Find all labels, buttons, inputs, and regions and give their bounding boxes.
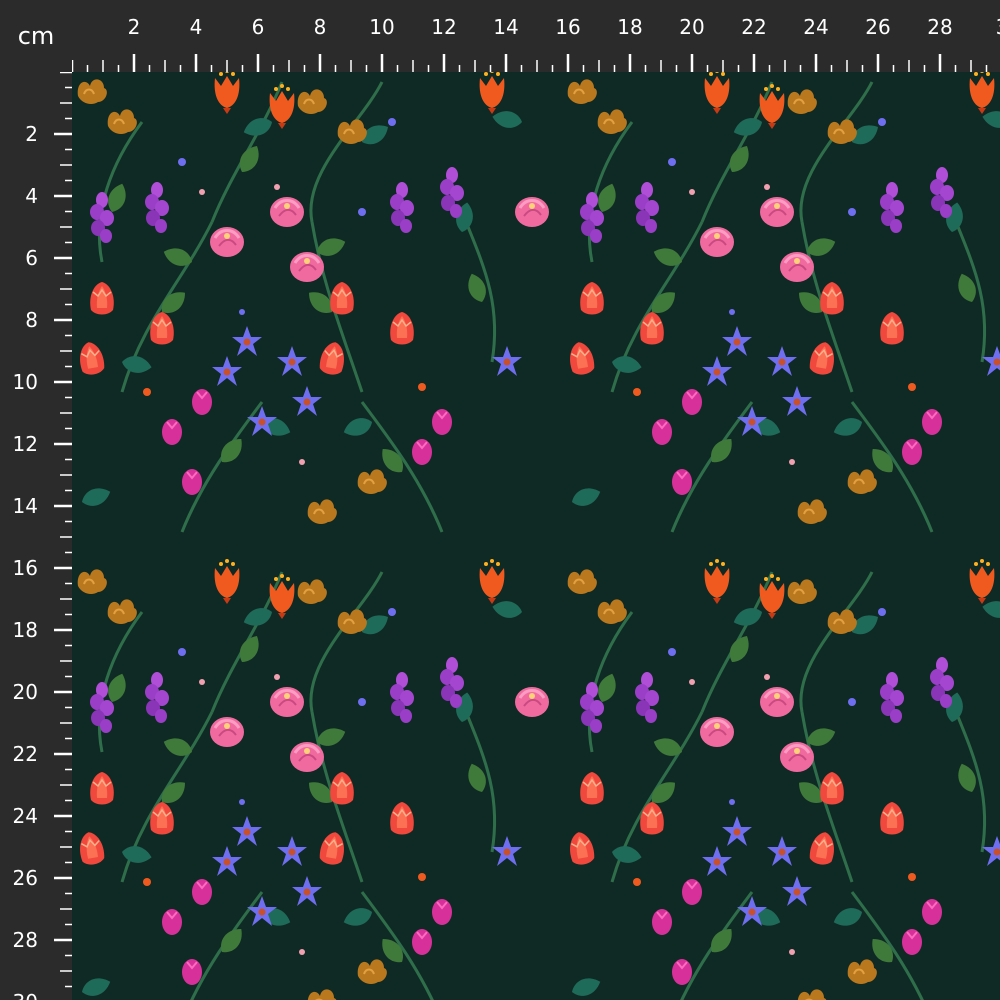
ruler-tick-label: 26 [13, 866, 38, 890]
ruler-tick-label: 14 [13, 494, 38, 518]
ruler-tick-label: 10 [369, 15, 394, 39]
ruler-tick-label: 2 [128, 15, 141, 39]
ruler-tick-label: 26 [865, 15, 890, 39]
pattern-fill [72, 72, 1000, 1000]
ruler-tick-label: 6 [252, 15, 265, 39]
ruler-tick-label: 24 [803, 15, 828, 39]
ruler-tick-label: 16 [13, 556, 38, 580]
ruler-tick-label: 18 [13, 618, 38, 642]
vertical-ruler: 24681012141618202224262830 [0, 72, 72, 1000]
ruler-tick-label: 16 [555, 15, 580, 39]
ruler-tick-label: 30 [13, 990, 38, 1000]
ruler-tick-label: 10 [13, 370, 38, 394]
ruler-tick-label: 22 [741, 15, 766, 39]
ruler-tick-label: 3 [996, 15, 1000, 39]
ruler-tick-label: 28 [927, 15, 952, 39]
ruler-tick-label: 20 [679, 15, 704, 39]
ruler-tick-label: 4 [190, 15, 203, 39]
ruler-tick-label: 12 [13, 432, 38, 456]
floral-fabric-swatch [72, 72, 1000, 1000]
ruler-tick-label: 14 [493, 15, 518, 39]
ruler-tick-label: 24 [13, 804, 38, 828]
vertical-ruler-graphic: 24681012141618202224262830 [13, 72, 72, 1000]
ruler-tick-label: 4 [25, 184, 38, 208]
ruler-tick-label: 12 [431, 15, 456, 39]
ruler-tick-label: 28 [13, 928, 38, 952]
ruler-tick-label: 20 [13, 680, 38, 704]
horizontal-ruler-graphic: 2468101214161820222426283 [72, 15, 1000, 72]
ruler-tick-label: 6 [25, 246, 38, 270]
ruler-tick-label: 2 [25, 122, 38, 146]
ruler-tick-label: 8 [25, 308, 38, 332]
ruler-tick-label: 22 [13, 742, 38, 766]
horizontal-ruler: 2468101214161820222426283 [72, 0, 1000, 72]
floral-pattern [72, 72, 1000, 1000]
ruler-tick-label: 8 [314, 15, 327, 39]
ruler-unit-label: cm [0, 0, 72, 72]
ruler-tick-label: 18 [617, 15, 642, 39]
